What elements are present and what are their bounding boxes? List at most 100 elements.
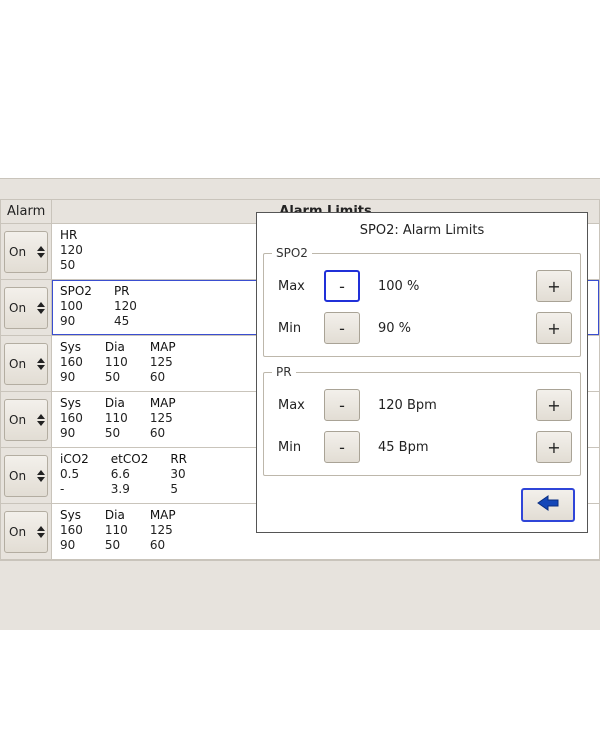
value-low: 50 <box>60 258 83 273</box>
value-high: 125 <box>150 523 176 538</box>
value-low: 3.9 <box>111 482 149 497</box>
header-alarm: Alarm <box>0 200 52 223</box>
value-low: - <box>60 482 89 497</box>
value-high: 6.6 <box>111 467 149 482</box>
value-column-header: MAP <box>150 340 176 355</box>
alarm-toggle[interactable]: On <box>4 287 48 329</box>
limit-row: Min-45 Bpm + <box>272 431 572 463</box>
value-column-header: RR <box>170 452 187 467</box>
decrement-button[interactable]: - <box>324 431 360 463</box>
value-low: 50 <box>105 426 128 441</box>
increment-button[interactable]: + <box>536 389 572 421</box>
value-high: 160 <box>60 523 83 538</box>
alarm-toggle[interactable]: On <box>4 231 48 273</box>
increment-button[interactable]: + <box>536 431 572 463</box>
value-column-header: Dia <box>105 508 128 523</box>
alarm-toggle[interactable]: On <box>4 511 48 553</box>
alarm-toggle-label: On <box>5 245 37 259</box>
value-column-header: Sys <box>60 340 83 355</box>
value-low: 45 <box>114 314 137 329</box>
value-low: 90 <box>60 314 92 329</box>
limit-group: PRMax-120 Bpm+Min-45 Bpm+ <box>263 365 581 476</box>
value-low: 60 <box>150 538 176 553</box>
limit-label: Max <box>272 279 316 294</box>
value-column: PR12045 <box>114 284 137 329</box>
up-down-icon <box>37 400 47 440</box>
increment-button[interactable]: + <box>536 270 572 302</box>
alarm-cell: On <box>0 224 52 279</box>
up-down-icon <box>37 344 47 384</box>
up-down-icon <box>37 288 47 328</box>
value-column: Dia11050 <box>105 340 128 385</box>
dialog-title: SPO2: Alarm Limits <box>263 219 581 246</box>
limit-value: 100 % <box>368 279 528 294</box>
value-column: Sys16090 <box>60 508 83 553</box>
value-column-header: MAP <box>150 396 176 411</box>
value-high: 160 <box>60 355 83 370</box>
value-high: 0.5 <box>60 467 89 482</box>
back-button[interactable] <box>521 488 575 522</box>
value-column: etCO26.63.9 <box>111 452 149 497</box>
value-low: 50 <box>105 538 128 553</box>
value-high: 110 <box>105 411 128 426</box>
value-column: RR305 <box>170 452 187 497</box>
alarm-toggle-label: On <box>5 357 37 371</box>
alarm-toggle-label: On <box>5 469 37 483</box>
value-low: 90 <box>60 370 83 385</box>
value-high: 160 <box>60 411 83 426</box>
value-column-header: PR <box>114 284 137 299</box>
alarm-toggle-label: On <box>5 301 37 315</box>
arrow-left-icon <box>534 494 562 516</box>
value-column-header: MAP <box>150 508 176 523</box>
limit-group: SPO2Max-100 %+Min-90 %+ <box>263 246 581 357</box>
value-column: iCO20.5- <box>60 452 89 497</box>
value-column: HR12050 <box>60 228 83 273</box>
alarm-cell: On <box>0 448 52 503</box>
value-high: 30 <box>170 467 187 482</box>
limit-value: 120 Bpm <box>368 398 528 413</box>
value-column-header: etCO2 <box>111 452 149 467</box>
value-column-header: Sys <box>60 508 83 523</box>
alarm-cell: On <box>0 504 52 559</box>
limit-row: Max-100 % + <box>272 270 572 302</box>
value-high: 110 <box>105 523 128 538</box>
decrement-button[interactable]: - <box>324 389 360 421</box>
value-low: 5 <box>170 482 187 497</box>
value-high: 125 <box>150 411 176 426</box>
limit-value: 45 Bpm <box>368 440 528 455</box>
decrement-button[interactable]: - <box>324 270 360 302</box>
value-column-header: HR <box>60 228 83 243</box>
value-column: Dia11050 <box>105 396 128 441</box>
value-column: MAP12560 <box>150 508 176 553</box>
increment-button[interactable]: + <box>536 312 572 344</box>
value-column-header: Dia <box>105 340 128 355</box>
alarm-toggle[interactable]: On <box>4 343 48 385</box>
limit-group-title: PR <box>272 365 296 379</box>
value-high: 100 <box>60 299 92 314</box>
value-high: 120 <box>60 243 83 258</box>
limit-label: Min <box>272 440 316 455</box>
value-low: 50 <box>105 370 128 385</box>
value-column-header: Dia <box>105 396 128 411</box>
value-column-header: iCO2 <box>60 452 89 467</box>
decrement-button[interactable]: - <box>324 312 360 344</box>
alarm-toggle-label: On <box>5 413 37 427</box>
limit-group-title: SPO2 <box>272 246 312 260</box>
value-column: Sys16090 <box>60 396 83 441</box>
up-down-icon <box>37 232 47 272</box>
bottom-spacer <box>0 560 600 630</box>
value-column: MAP12560 <box>150 396 176 441</box>
value-low: 60 <box>150 426 176 441</box>
alarm-cell: On <box>0 392 52 447</box>
value-high: 125 <box>150 355 176 370</box>
value-column: SPO210090 <box>60 284 92 329</box>
limit-label: Min <box>272 321 316 336</box>
value-low: 90 <box>60 426 83 441</box>
top-rule <box>0 178 600 200</box>
value-column-header: Sys <box>60 396 83 411</box>
alarm-cell: On <box>0 336 52 391</box>
alarm-limits-dialog: SPO2: Alarm Limits SPO2Max-100 %+Min-90 … <box>256 212 588 533</box>
alarm-toggle[interactable]: On <box>4 455 48 497</box>
alarm-toggle[interactable]: On <box>4 399 48 441</box>
value-column: Dia11050 <box>105 508 128 553</box>
